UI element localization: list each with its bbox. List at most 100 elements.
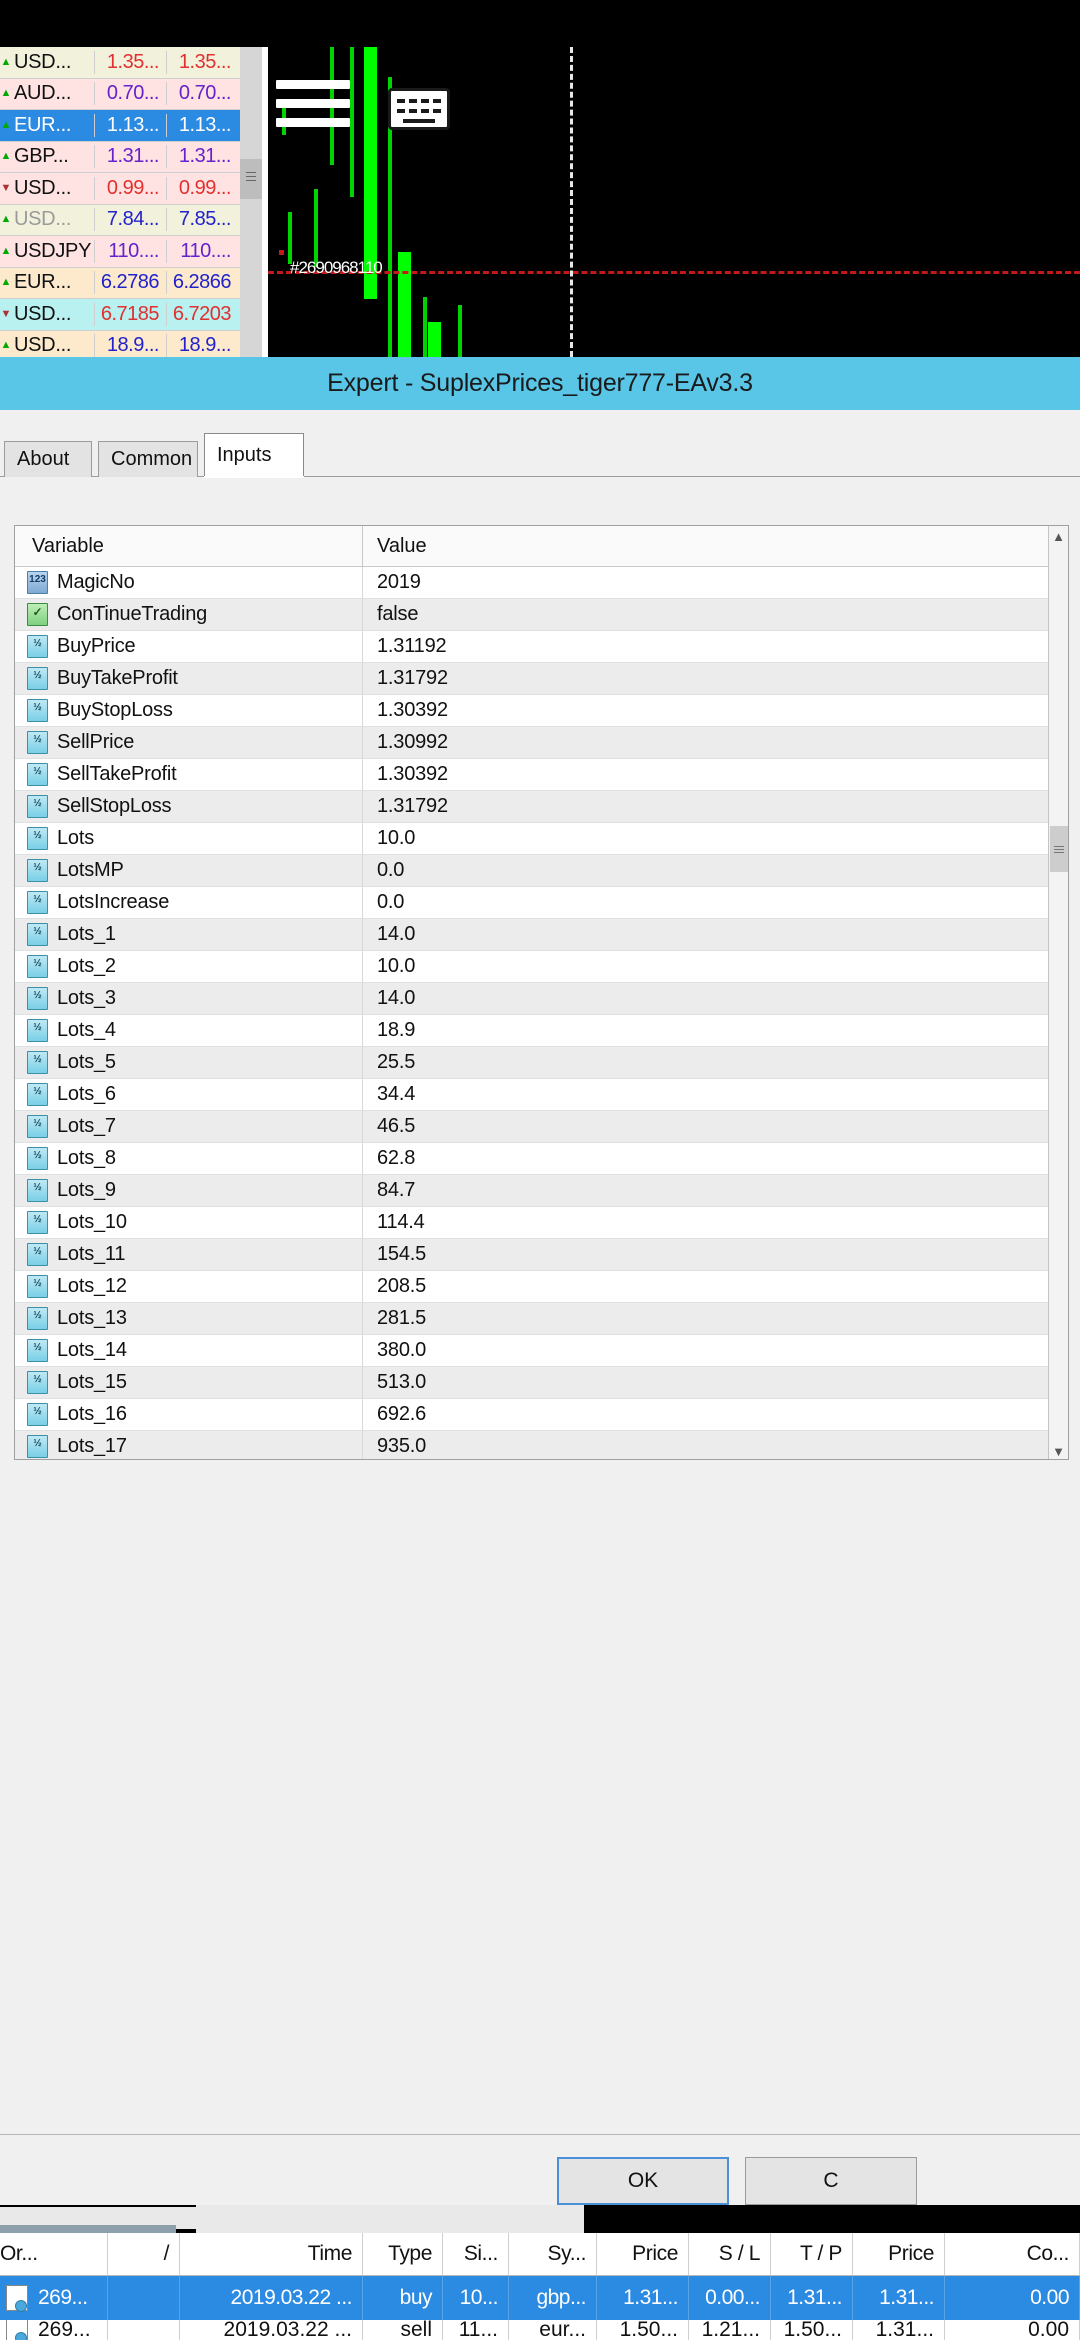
inputs-grid-cell-variable[interactable]: ½SellPrice	[15, 727, 363, 759]
terminal-column-header[interactable]: Or...	[0, 2233, 108, 2275]
inputs-grid-row[interactable]: ½BuyPrice1.31192	[15, 631, 1068, 663]
inputs-grid-cell-value[interactable]: 281.5	[363, 1307, 1068, 1330]
dialog-tabstrip[interactable]: AboutCommonInputs	[0, 431, 1080, 477]
column-header-value[interactable]: Value	[363, 526, 1068, 566]
inputs-grid-row[interactable]: ½Lots_12208.5	[15, 1271, 1068, 1303]
market-watch-row[interactable]: ▲AUD...0.70...0.70...	[0, 79, 240, 111]
market-watch-row[interactable]: ▲EUR...1.13...1.13...	[0, 110, 240, 142]
tab-common[interactable]: Common	[98, 441, 198, 477]
terminal-table-row[interactable]: 269...2019.03.22 ...sell11...eur...1.50.…	[0, 2320, 1080, 2340]
inputs-grid-row[interactable]: ½Lots_634.4	[15, 1079, 1068, 1111]
inputs-grid-row[interactable]: ½Lots_746.5	[15, 1111, 1068, 1143]
terminal-column-header[interactable]: Price	[597, 2233, 689, 2275]
keyboard-icon[interactable]	[388, 88, 450, 130]
inputs-grid-cell-variable[interactable]: ½BuyTakeProfit	[15, 663, 363, 695]
inputs-grid-row[interactable]: ½Lots_525.5	[15, 1047, 1068, 1079]
inputs-grid-cell-variable[interactable]: ½LotsMP	[15, 855, 363, 887]
inputs-grid-row[interactable]: ½Lots_210.0	[15, 951, 1068, 983]
tab-about[interactable]: About	[4, 441, 92, 477]
market-watch-row[interactable]: ▼USD...0.99...0.99...	[0, 173, 240, 205]
terminal-table[interactable]: Or.../TimeTypeSi...Sy...PriceS / LT / PP…	[0, 2233, 1080, 2340]
inputs-grid-cell-variable[interactable]: ½Lots_14	[15, 1335, 363, 1367]
inputs-grid-cell-value[interactable]: 14.0	[363, 987, 1068, 1010]
inputs-grid-cell-value[interactable]: 46.5	[363, 1115, 1068, 1138]
market-watch-row[interactable]: ▲USDJPY110....110....	[0, 236, 240, 268]
inputs-grid-cell-value[interactable]: 18.9	[363, 1019, 1068, 1042]
market-watch-scrollbar-thumb[interactable]	[240, 159, 262, 199]
inputs-grid-cell-variable[interactable]: ½Lots_3	[15, 983, 363, 1015]
inputs-grid-row[interactable]: ½Lots_862.8	[15, 1143, 1068, 1175]
inputs-grid-cell-variable[interactable]: ½Lots_10	[15, 1207, 363, 1239]
inputs-grid-row[interactable]: ✓ConTinueTradingfalse	[15, 599, 1068, 631]
inputs-grid-rows[interactable]: 123MagicNo2019✓ConTinueTradingfalse½BuyP…	[15, 567, 1068, 1459]
inputs-grid-cell-value[interactable]: 154.5	[363, 1243, 1068, 1266]
terminal-table-row[interactable]: 269...2019.03.22 ...buy10...gbp...1.31..…	[0, 2276, 1080, 2320]
terminal-column-header[interactable]: Co...	[945, 2233, 1080, 2275]
inputs-grid-cell-variable[interactable]: 123MagicNo	[15, 567, 363, 599]
terminal-column-header[interactable]: Price	[853, 2233, 945, 2275]
inputs-grid-row[interactable]: ½LotsMP0.0	[15, 855, 1068, 887]
inputs-grid-cell-variable[interactable]: ½Lots_12	[15, 1271, 363, 1303]
inputs-grid-cell-value[interactable]: 25.5	[363, 1051, 1068, 1074]
inputs-grid-cell-value[interactable]: 10.0	[363, 827, 1068, 850]
inputs-grid-cell-value[interactable]: 380.0	[363, 1339, 1068, 1362]
ok-button[interactable]: OK	[557, 2157, 729, 2205]
terminal-column-header[interactable]: Time	[180, 2233, 363, 2275]
terminal-horizontal-scrollbar[interactable]	[0, 2225, 176, 2233]
inputs-grid[interactable]: Variable Value 123MagicNo2019✓ConTinueTr…	[14, 525, 1069, 1460]
inputs-grid-cell-variable[interactable]: ½SellStopLoss	[15, 791, 363, 823]
inputs-grid-cell-variable[interactable]: ✓ConTinueTrading	[15, 599, 363, 631]
inputs-grid-cell-variable[interactable]: ½Lots_16	[15, 1399, 363, 1431]
inputs-grid-row[interactable]: ½Lots_10114.4	[15, 1207, 1068, 1239]
inputs-grid-cell-variable[interactable]: ½Lots_2	[15, 951, 363, 983]
inputs-grid-row[interactable]: ½Lots_314.0	[15, 983, 1068, 1015]
market-watch-row[interactable]: ▲USD...1.35...1.35...	[0, 47, 240, 79]
inputs-grid-cell-variable[interactable]: ½Lots_9	[15, 1175, 363, 1207]
terminal-column-header[interactable]: Type	[363, 2233, 443, 2275]
market-watch-row[interactable]: ▲GBP...1.31...1.31...	[0, 142, 240, 174]
inputs-grid-cell-variable[interactable]: ½BuyPrice	[15, 631, 363, 663]
column-header-variable[interactable]: Variable	[15, 526, 363, 566]
inputs-grid-cell-value[interactable]: 1.31192	[363, 635, 1068, 658]
inputs-grid-row[interactable]: ½LotsIncrease0.0	[15, 887, 1068, 919]
inputs-grid-row[interactable]: ½Lots_13281.5	[15, 1303, 1068, 1335]
inputs-grid-row[interactable]: ½Lots_14380.0	[15, 1335, 1068, 1367]
tab-inputs[interactable]: Inputs	[204, 433, 304, 477]
inputs-grid-cell-variable[interactable]: ½Lots_5	[15, 1047, 363, 1079]
inputs-grid-cell-value[interactable]: 513.0	[363, 1371, 1068, 1394]
inputs-grid-cell-value[interactable]: 84.7	[363, 1179, 1068, 1202]
inputs-grid-scrollbar-thumb[interactable]	[1050, 826, 1068, 872]
inputs-grid-cell-value[interactable]: false	[363, 603, 1068, 626]
inputs-grid-cell-value[interactable]: 935.0	[363, 1435, 1068, 1458]
inputs-grid-cell-value[interactable]: 14.0	[363, 923, 1068, 946]
market-watch-row[interactable]: ▼USD...6.71856.7203	[0, 299, 240, 331]
market-watch-row[interactable]: ▲EUR...6.27866.2866	[0, 268, 240, 300]
terminal-column-header[interactable]: Sy...	[509, 2233, 597, 2275]
inputs-grid-row[interactable]: 123MagicNo2019	[15, 567, 1068, 599]
terminal-column-header[interactable]: T / P	[771, 2233, 853, 2275]
inputs-grid-row[interactable]: ½SellStopLoss1.31792	[15, 791, 1068, 823]
inputs-grid-row[interactable]: ½Lots_418.9	[15, 1015, 1068, 1047]
terminal-table-body[interactable]: 269...2019.03.22 ...buy10...gbp...1.31..…	[0, 2276, 1080, 2340]
inputs-grid-cell-value[interactable]: 34.4	[363, 1083, 1068, 1106]
inputs-grid-cell-variable[interactable]: ½LotsIncrease	[15, 887, 363, 919]
inputs-grid-cell-value[interactable]: 0.0	[363, 891, 1068, 914]
inputs-grid-cell-value[interactable]: 1.30392	[363, 763, 1068, 786]
inputs-grid-cell-variable[interactable]: ½Lots_7	[15, 1111, 363, 1143]
inputs-grid-cell-variable[interactable]: ½Lots_6	[15, 1079, 363, 1111]
inputs-grid-cell-value[interactable]: 1.31792	[363, 667, 1068, 690]
inputs-grid-row[interactable]: ½Lots_114.0	[15, 919, 1068, 951]
hamburger-menu-icon[interactable]	[276, 80, 350, 128]
inputs-grid-cell-value[interactable]: 2019	[363, 571, 1068, 594]
inputs-grid-cell-value[interactable]: 114.4	[363, 1211, 1068, 1234]
inputs-grid-cell-value[interactable]: 1.30992	[363, 731, 1068, 754]
inputs-grid-cell-variable[interactable]: ½Lots_8	[15, 1143, 363, 1175]
scroll-up-icon[interactable]: ▲	[1049, 526, 1068, 546]
inputs-grid-cell-value[interactable]: 0.0	[363, 859, 1068, 882]
inputs-grid-cell-variable[interactable]: ½Lots_15	[15, 1367, 363, 1399]
inputs-grid-cell-variable[interactable]: ½Lots_11	[15, 1239, 363, 1271]
inputs-grid-cell-variable[interactable]: ½Lots_17	[15, 1431, 363, 1460]
inputs-grid-row[interactable]: ½Lots10.0	[15, 823, 1068, 855]
market-watch-row[interactable]: ▲USD...18.9...18.9...	[0, 331, 240, 358]
inputs-grid-row[interactable]: ½SellPrice1.30992	[15, 727, 1068, 759]
